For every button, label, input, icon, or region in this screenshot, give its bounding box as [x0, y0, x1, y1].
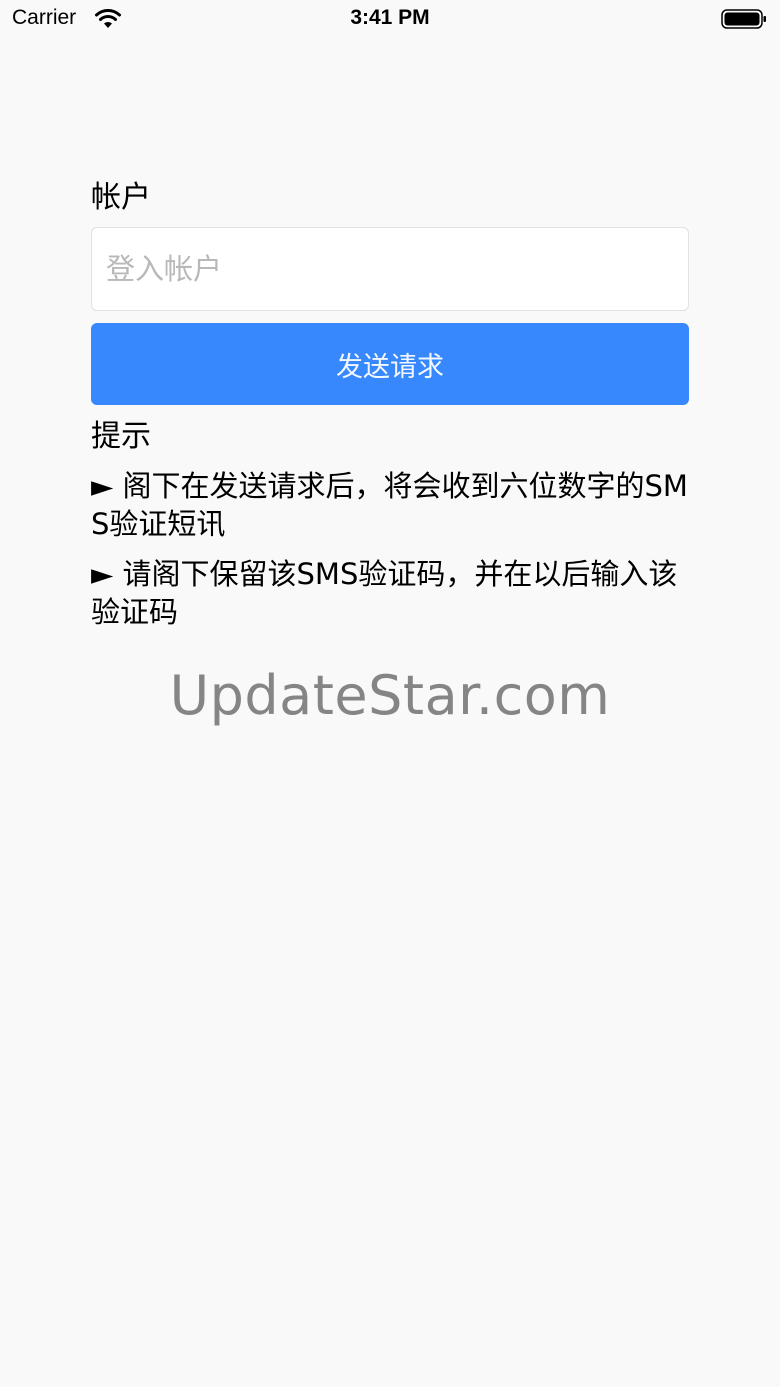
status-bar: Carrier 3:41 PM [0, 0, 780, 40]
hint-item: ► 请阁下保留该SMS验证码，并在以后输入该验证码 [91, 557, 678, 629]
account-input[interactable] [91, 227, 689, 311]
hint-list: ► 阁下在发送请求后，将会收到六位数字的SMS验证短讯 ► 请阁下保留该SMS验… [91, 467, 689, 643]
hint-item: ► 阁下在发送请求后，将会收到六位数字的SMS验证短讯 [91, 469, 688, 541]
battery-icon [721, 9, 766, 29]
hint-title: 提示 [91, 419, 151, 454]
account-label: 帐户 [91, 180, 151, 215]
send-request-button[interactable]: 发送请求 [91, 323, 689, 405]
status-time: 3:41 PM [350, 6, 430, 29]
watermark: UpdateStar.com [169, 664, 611, 727]
